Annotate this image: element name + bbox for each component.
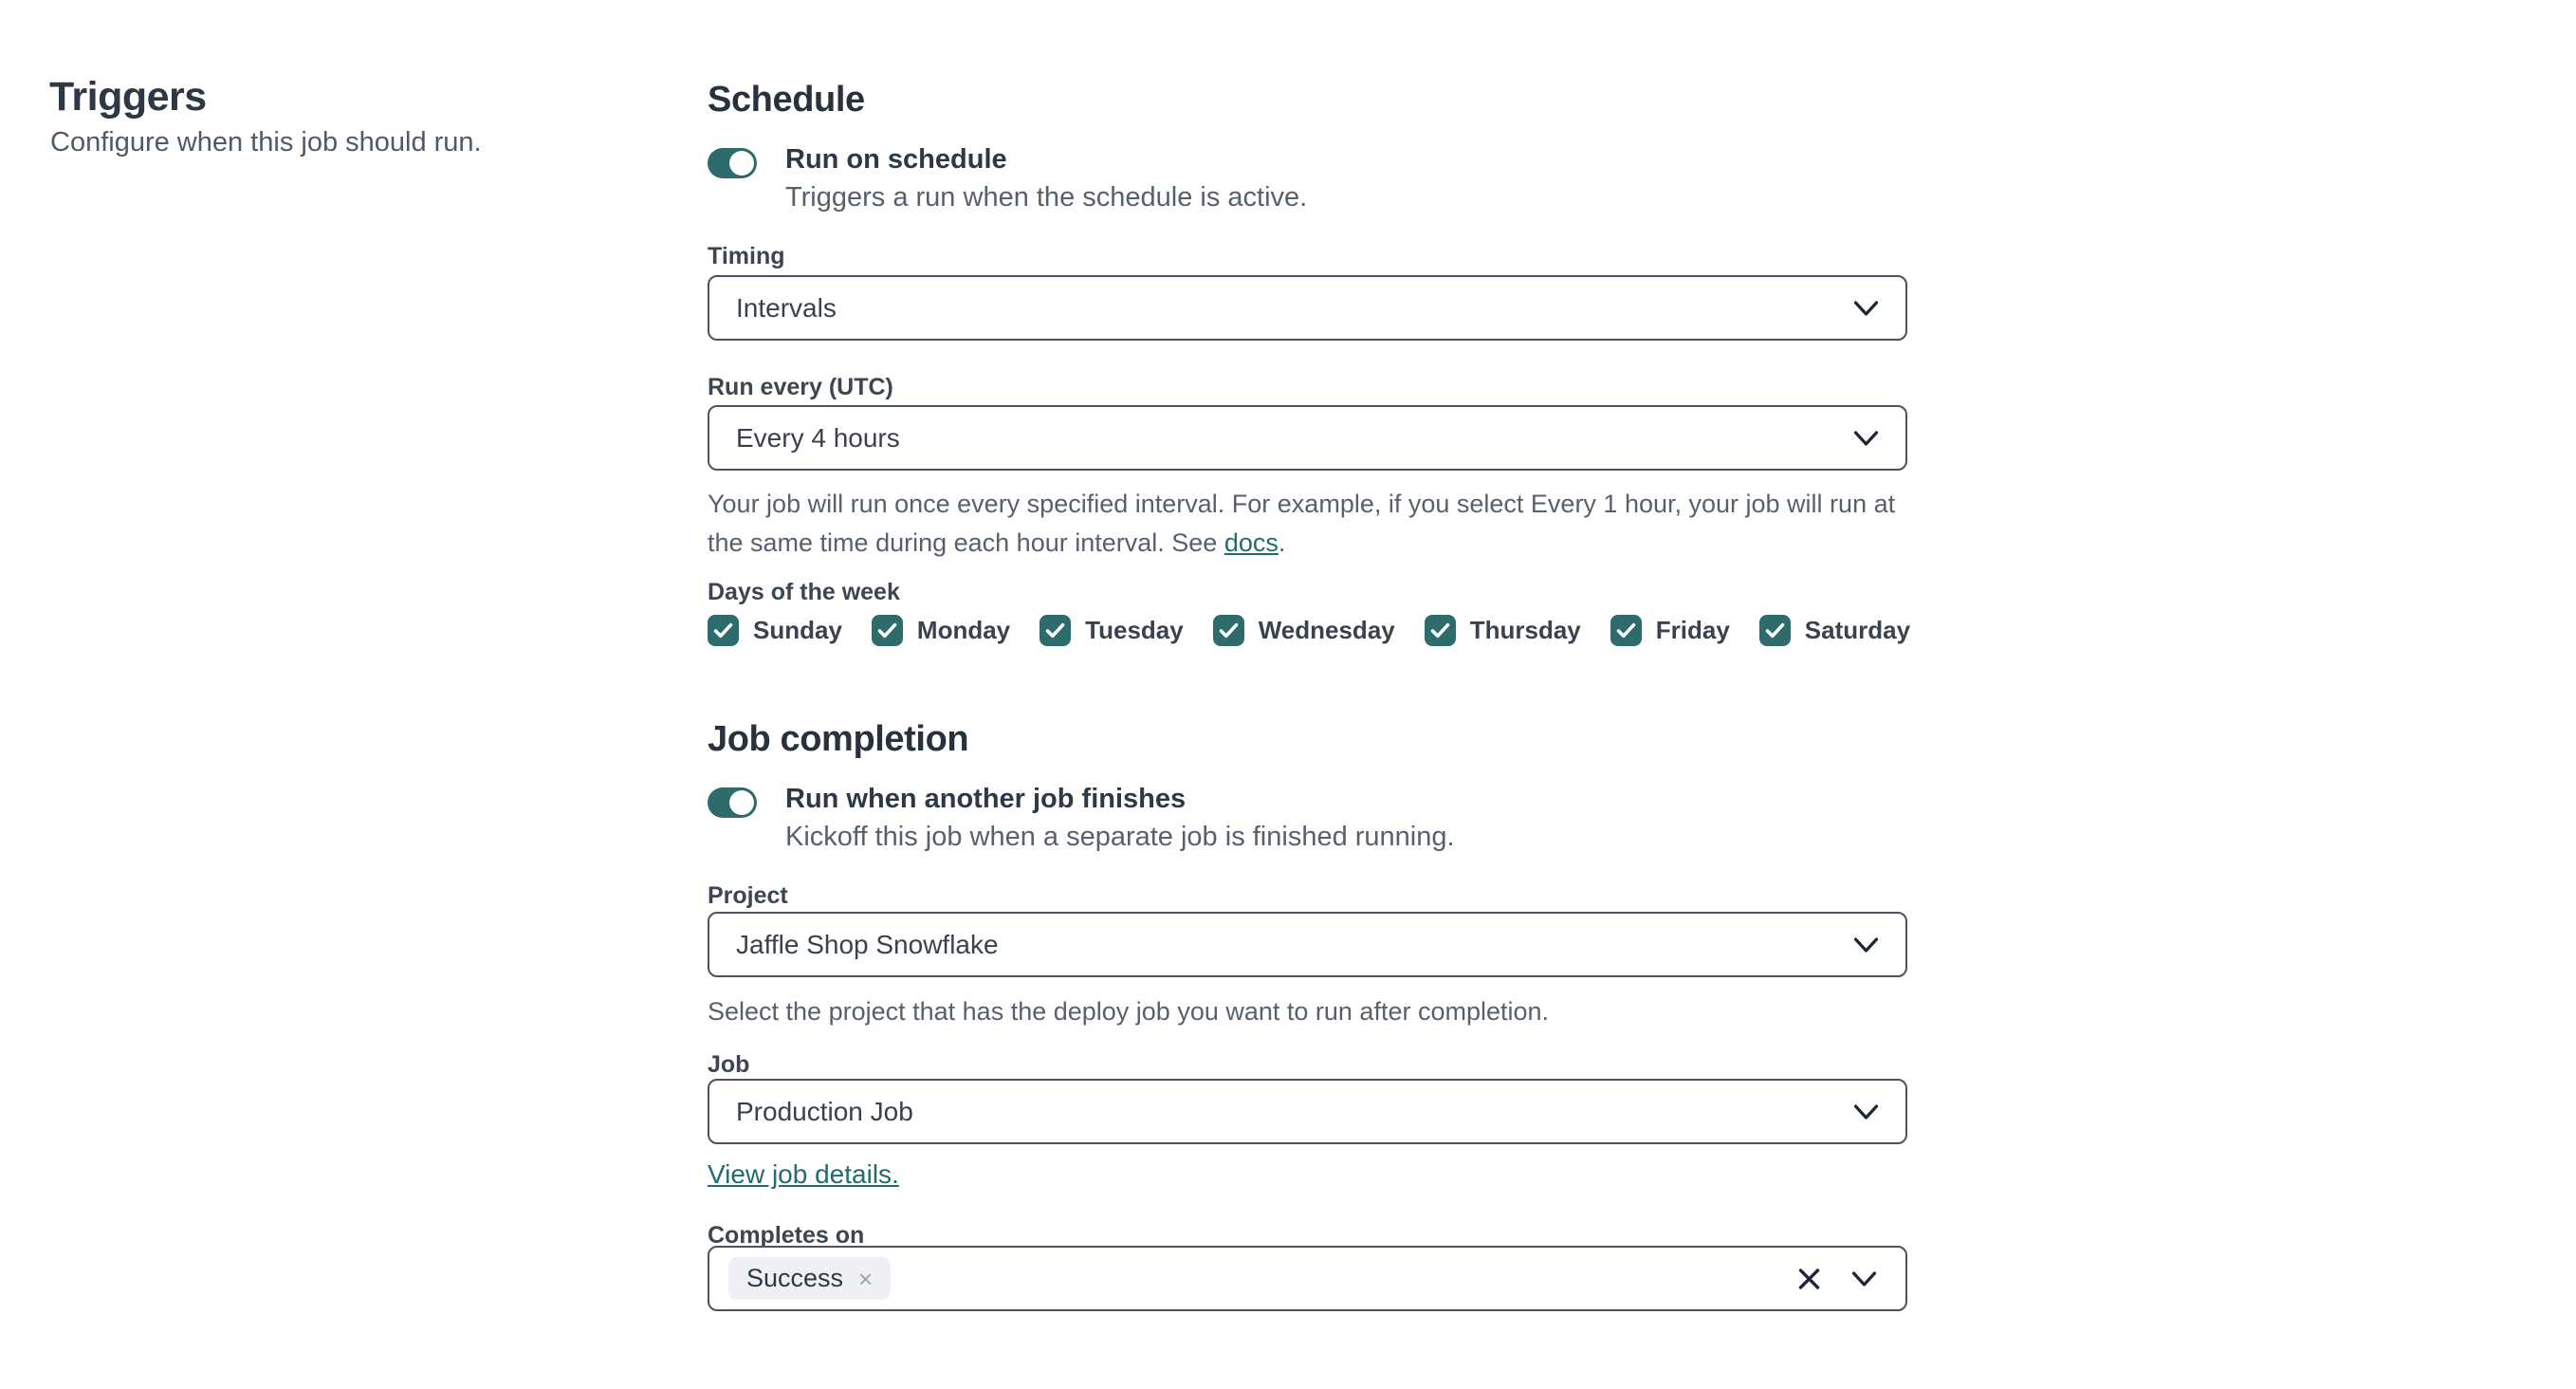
run-when-job-finishes-description: Kickoff this job when a separate job is … (785, 822, 1455, 852)
schedule-section-heading: Schedule (708, 80, 865, 120)
project-label: Project (708, 882, 788, 909)
day-item-wednesday: Wednesday (1212, 615, 1395, 646)
tuesday-checkbox[interactable] (1040, 615, 1072, 646)
monday-checkbox[interactable] (871, 615, 903, 646)
run-every-help-text: Your job will run once every specified i… (708, 485, 1922, 563)
day-label: Saturday (1804, 616, 1911, 644)
timing-select-value: Intervals (736, 292, 837, 323)
day-item-monday: Monday (871, 615, 1011, 646)
timing-label: Timing (708, 243, 785, 269)
project-help-text: Select the project that has the deploy j… (708, 997, 1550, 1026)
day-item-sunday: Sunday (708, 615, 842, 646)
run-every-select-value: Every 4 hours (736, 422, 900, 453)
chevron-down-icon (1853, 300, 1879, 316)
check-icon (1045, 622, 1065, 639)
day-item-saturday: Saturday (1758, 615, 1911, 646)
day-label: Tuesday (1085, 616, 1184, 644)
project-select-value: Jaffle Shop Snowflake (736, 929, 999, 959)
check-icon (713, 622, 733, 639)
check-icon (1219, 622, 1239, 639)
friday-checkbox[interactable] (1610, 615, 1642, 646)
view-job-details-link[interactable]: View job details. (708, 1159, 899, 1189)
project-select[interactable]: Jaffle Shop Snowflake (708, 912, 1907, 977)
job-completion-section-heading: Job completion (708, 719, 969, 759)
day-label: Thursday (1469, 616, 1581, 644)
completes-on-multiselect[interactable]: Success × (708, 1246, 1907, 1311)
day-label: Monday (916, 616, 1011, 644)
chevron-down-icon (1853, 1103, 1879, 1120)
days-of-week-label: Days of the week (708, 579, 900, 605)
check-icon (1765, 622, 1785, 639)
completes-on-tag-success: Success × (728, 1257, 892, 1300)
run-on-schedule-toggle[interactable] (708, 148, 757, 178)
chevron-down-icon (1853, 430, 1879, 446)
triggers-settings-page: Triggers Configure when this job should … (0, 0, 2576, 1389)
page-description: Configure when this job should run. (50, 127, 482, 157)
day-label: Friday (1655, 616, 1730, 644)
multiselect-controls (1797, 1267, 1877, 1290)
day-label: Sunday (753, 616, 842, 644)
run-when-job-finishes-label: Run when another job finishes (785, 784, 1187, 814)
days-of-week-row: Sunday Monday Tuesday Wednesday Thursday… (708, 615, 1910, 646)
job-select-value: Production Job (736, 1096, 913, 1126)
chevron-down-icon (1853, 936, 1879, 953)
page-title: Triggers (49, 74, 207, 120)
chevron-down-icon[interactable] (1851, 1270, 1877, 1287)
help-text-suffix: . (1278, 528, 1286, 557)
sunday-checkbox[interactable] (708, 615, 739, 646)
tag-remove-icon[interactable]: × (858, 1267, 873, 1291)
day-item-tuesday: Tuesday (1040, 615, 1184, 646)
run-every-select[interactable]: Every 4 hours (708, 405, 1907, 471)
day-item-thursday: Thursday (1424, 615, 1581, 646)
toggle-knob-icon (729, 151, 754, 176)
toggle-knob-icon (729, 790, 754, 815)
view-job-details-link-line: View job details. (708, 1159, 899, 1190)
run-on-schedule-description: Triggers a run when the schedule is acti… (785, 182, 1308, 213)
tag-label: Success (746, 1264, 844, 1292)
day-item-friday: Friday (1610, 615, 1730, 646)
thursday-checkbox[interactable] (1424, 615, 1456, 646)
job-select[interactable]: Production Job (708, 1079, 1907, 1144)
clear-all-icon[interactable] (1797, 1267, 1821, 1290)
run-every-label: Run every (UTC) (708, 374, 893, 400)
saturday-checkbox[interactable] (1758, 615, 1791, 646)
job-label: Job (708, 1051, 750, 1078)
help-text-body: Your job will run once every specified i… (708, 490, 1896, 557)
run-when-job-finishes-toggle[interactable] (708, 787, 757, 818)
wednesday-checkbox[interactable] (1212, 615, 1244, 646)
check-icon (1430, 622, 1450, 639)
run-on-schedule-label: Run on schedule (785, 144, 1007, 175)
check-icon (877, 622, 897, 639)
docs-link[interactable]: docs (1224, 528, 1279, 557)
timing-select[interactable]: Intervals (708, 275, 1907, 341)
check-icon (1616, 622, 1636, 639)
day-label: Wednesday (1258, 616, 1395, 644)
